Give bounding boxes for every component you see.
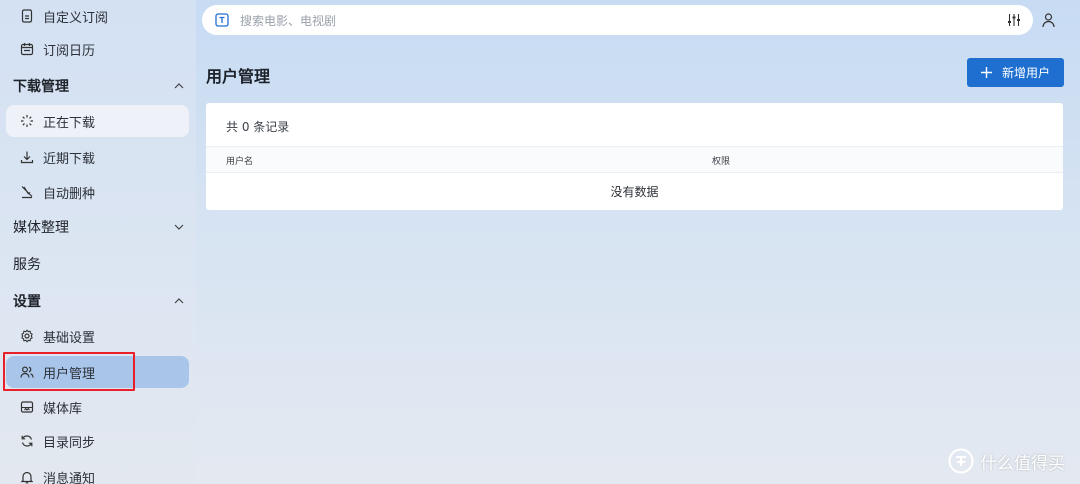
sidebar-item-notifications[interactable]: 消息通知 <box>6 461 189 484</box>
record-count: 共 0 条记录 <box>226 120 290 134</box>
chevron-up-icon <box>174 298 184 304</box>
empty-state-text: 没有数据 <box>610 185 659 199</box>
user-profile-icon[interactable] <box>1041 12 1056 28</box>
sidebar-item-label: 消息通知 <box>43 471 96 484</box>
sidebar-group-download[interactable]: 下载管理 <box>0 68 196 104</box>
sidebar-item-label: 基础设置 <box>43 330 96 346</box>
loading-icon <box>20 114 34 128</box>
gear-icon <box>20 329 34 343</box>
table-header: 用户名 权限 <box>206 146 1063 173</box>
sidebar-group-media[interactable]: 媒体整理 <box>0 209 196 245</box>
column-header-permission[interactable]: 权限 <box>712 154 730 167</box>
sidebar-item-label: 正在下载 <box>43 115 96 131</box>
sidebar-item-label: 自定义订阅 <box>43 10 109 26</box>
search-input[interactable]: 搜索电影、电视剧 <box>240 12 336 29</box>
sidebar-item-downloading[interactable]: 正在下载 <box>6 105 189 137</box>
site-logo-icon <box>948 448 974 474</box>
sidebar-item-label: 订阅日历 <box>43 43 96 59</box>
sync-icon <box>20 434 34 448</box>
users-icon <box>20 365 34 379</box>
sidebar-item-auto-delete[interactable]: 自动删种 <box>6 176 189 208</box>
sidebar-item-directory-sync[interactable]: 目录同步 <box>6 425 189 457</box>
add-user-button[interactable]: 新增用户 <box>967 58 1064 87</box>
sidebar-item-subscription-calendar[interactable]: 订阅日历 <box>6 33 189 65</box>
chevron-up-icon <box>174 83 184 89</box>
auto-delete-icon <box>20 185 34 199</box>
watermark: 什么值得买 <box>948 448 1065 474</box>
sidebar-group-label: 媒体整理 <box>13 220 69 236</box>
text-search-icon <box>215 13 229 27</box>
plus-icon <box>980 67 992 78</box>
search-bar[interactable]: 搜索电影、电视剧 <box>202 5 1033 35</box>
download-icon <box>20 150 34 164</box>
add-user-button-label: 新增用户 <box>1001 66 1050 80</box>
sidebar: 自定义订阅 订阅日历 下载管理 正在下载 近期下载 自动删种 媒体整理 服务 设… <box>0 0 196 484</box>
filter-settings-icon[interactable] <box>1007 13 1021 27</box>
sidebar-item-custom-subscription[interactable]: 自定义订阅 <box>6 0 189 32</box>
sidebar-item-media-library[interactable]: 媒体库 <box>6 391 189 423</box>
sidebar-item-label: 目录同步 <box>43 435 96 451</box>
sidebar-group-label: 服务 <box>13 257 41 273</box>
bell-icon <box>20 470 34 484</box>
page-title: 用户管理 <box>206 67 271 86</box>
calendar-icon <box>20 42 34 56</box>
sidebar-item-label: 近期下载 <box>43 151 96 167</box>
sidebar-item-basic-settings[interactable]: 基础设置 <box>6 320 189 352</box>
chevron-down-icon <box>174 224 184 230</box>
media-library-icon <box>20 400 34 414</box>
sidebar-item-recent-downloads[interactable]: 近期下载 <box>6 141 189 173</box>
sidebar-item-label: 媒体库 <box>43 401 83 417</box>
sidebar-group-label: 设置 <box>13 294 41 310</box>
sidebar-group-service[interactable]: 服务 <box>0 246 196 282</box>
sidebar-item-label: 自动删种 <box>43 186 96 202</box>
sidebar-item-user-management[interactable]: 用户管理 <box>6 356 189 388</box>
sidebar-item-label: 用户管理 <box>43 366 96 382</box>
document-icon <box>20 9 34 23</box>
user-table-card: 共 0 条记录 用户名 权限 没有数据 <box>206 103 1063 210</box>
column-header-username[interactable]: 用户名 <box>226 154 253 167</box>
watermark-text: 什么值得买 <box>980 453 1065 474</box>
sidebar-group-label: 下载管理 <box>13 79 69 95</box>
sidebar-group-settings[interactable]: 设置 <box>0 283 196 319</box>
